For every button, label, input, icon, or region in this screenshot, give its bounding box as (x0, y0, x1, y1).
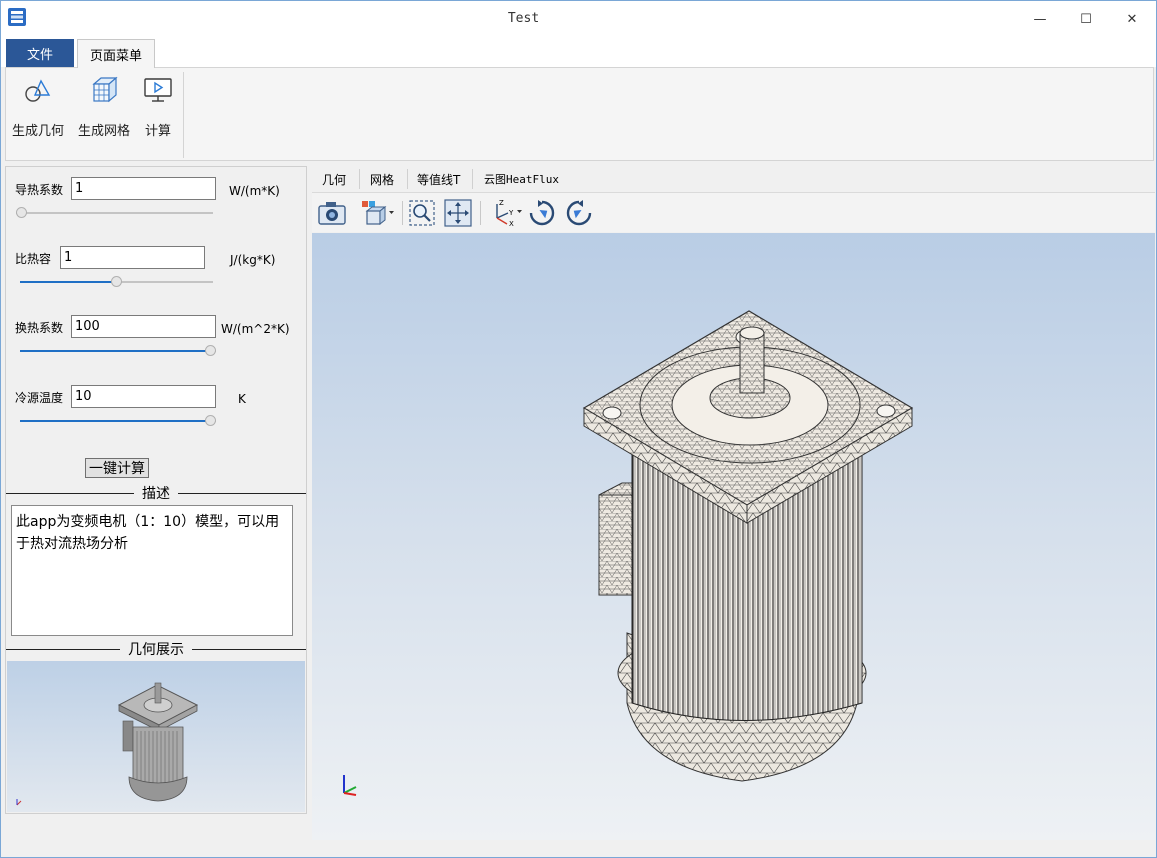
cold-source-temp-unit: K (238, 392, 246, 406)
compute-label: 计算 (144, 124, 171, 139)
ribbon-separator (183, 72, 184, 158)
rotate-cw-icon[interactable] (526, 197, 558, 229)
thermal-conductivity-slider[interactable] (16, 207, 213, 219)
thermal-conductivity-unit: W/(m*K) (229, 184, 280, 198)
axis-z-label: Z (499, 199, 504, 207)
view-tab-bar: 几何 网格 等值线T 云图HeatFlux (312, 167, 1155, 191)
tab-geometry[interactable]: 几何 (322, 167, 346, 191)
fit-all-icon[interactable] (442, 197, 474, 229)
description-title: 描述 (142, 486, 170, 502)
tab-file[interactable]: 文件 (6, 39, 74, 67)
window-title: Test (507, 11, 540, 26)
status-bar (1, 841, 1156, 857)
view-cube-icon[interactable] (358, 197, 398, 229)
generate-mesh-button[interactable]: 生成网格 (78, 74, 130, 139)
cold-source-temp-slider[interactable] (20, 415, 216, 427)
cold-source-temp-input[interactable] (71, 385, 216, 408)
camera-icon[interactable] (316, 197, 348, 229)
minimize-button[interactable]: — (1017, 1, 1063, 37)
rotate-ccw-icon[interactable] (563, 197, 595, 229)
parameter-panel: 导热系数 W/(m*K) 比热容 J/(kg*K) 换热系数 W/(m^2*K)… (5, 166, 307, 814)
param-label-specific-heat: 比热容 (15, 252, 52, 266)
slider-knob[interactable] (16, 207, 27, 218)
3d-viewport[interactable] (312, 233, 1155, 840)
geometry-preview-image (7, 661, 305, 812)
heat-transfer-slider[interactable] (20, 345, 216, 357)
geometry-preview-title: 几何展示 (128, 642, 184, 658)
compute-icon (142, 74, 174, 106)
tab-mesh[interactable]: 网格 (370, 167, 394, 191)
maximize-button[interactable]: ☐ (1063, 1, 1109, 37)
axes-orientation-icon[interactable]: Z Y X (486, 197, 526, 229)
app-window: Test — ☐ ✕ 文件 页面菜单 生成几何 生成网格 计算 导热系数 1 W… (0, 0, 1157, 858)
axis-y-label: Y (508, 209, 514, 217)
param-label-cold-source-temp: 冷源温度 (15, 391, 64, 405)
geometry-icon (22, 74, 54, 106)
generate-geometry-button[interactable]: 生成几何 (12, 74, 64, 139)
heat-transfer-input[interactable] (71, 315, 216, 338)
heat-transfer-unit: W/(m^2*K) (221, 322, 290, 336)
description-group-title: 描述 (6, 483, 306, 503)
one-click-compute-button[interactable]: 一键计算 (85, 458, 149, 478)
motor-wireframe-model (343, 310, 914, 796)
specific-heat-input[interactable] (60, 246, 205, 269)
mesh-icon (88, 74, 120, 106)
zoom-box-icon[interactable] (406, 197, 438, 229)
generate-geometry-label: 生成几何 (12, 124, 65, 139)
axis-triad (343, 775, 357, 796)
specific-heat-slider[interactable] (20, 276, 213, 288)
slider-knob[interactable] (205, 345, 216, 356)
close-button[interactable]: ✕ (1109, 1, 1155, 37)
param-label-thermal-conductivity: 导热系数 (15, 183, 64, 197)
axis-x-label: X (509, 220, 514, 228)
slider-knob[interactable] (205, 415, 216, 426)
generate-mesh-label: 生成网格 (78, 124, 131, 139)
param-label-heat-transfer: 换热系数 (15, 321, 64, 335)
specific-heat-unit: J/(kg*K) (230, 253, 276, 267)
tab-contour-t[interactable]: 等值线T (417, 167, 460, 191)
geometry-preview-group-title: 几何展示 (6, 639, 306, 659)
title-bar: Test — ☐ ✕ (1, 1, 1156, 37)
description-textbox[interactable]: 此app为变频电机（1：10）模型，可以用于热对流热场分析 (11, 505, 293, 636)
slider-knob[interactable] (111, 276, 122, 287)
view-toolbar: Z Y X (312, 192, 1155, 232)
thermal-conductivity-input[interactable] (71, 177, 216, 200)
tab-cloud-heatflux[interactable]: 云图HeatFlux (484, 167, 559, 191)
ribbon-tab-bar: 文件 页面菜单 (1, 37, 1156, 68)
ribbon-panel: 生成几何 生成网格 计算 (5, 67, 1154, 161)
tab-page-menu[interactable]: 页面菜单 (77, 39, 155, 68)
compute-button[interactable]: 计算 (142, 74, 174, 139)
